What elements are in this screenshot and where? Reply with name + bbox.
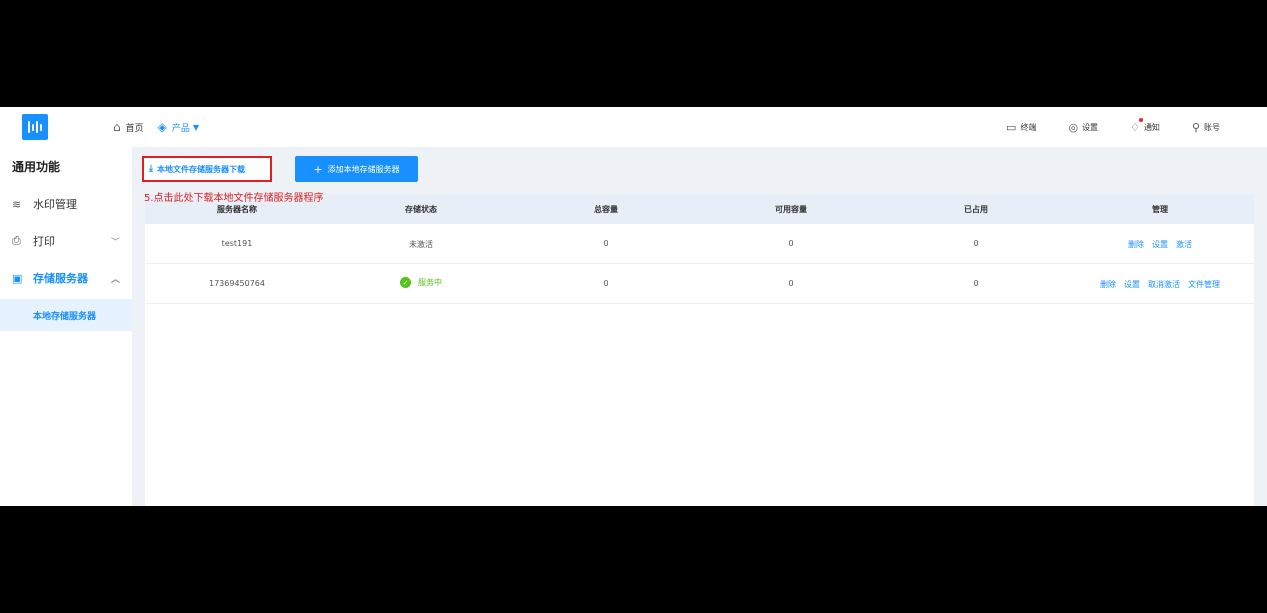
sidebar-title: 通用功能 — [12, 160, 61, 174]
top-header: ⌂ 首页 ◈ 产品 ▼ ▭ 终端 ◎ 设置 ♢ 通知 ⚲ 账号 — [0, 107, 1267, 147]
col-total: 总容量 — [594, 205, 618, 214]
header-actions: ▭ 终端 ◎ 设置 ♢ 通知 ⚲ 账号 — [1006, 107, 1267, 147]
status-label: 服务中 — [418, 278, 442, 287]
col-name: 服务器名称 — [217, 205, 257, 214]
terminal-icon: ▭ — [1006, 120, 1017, 134]
notifications-button[interactable]: ♢ 通知 — [1130, 117, 1160, 134]
settings-label: 设置 — [1082, 122, 1099, 132]
server-name: test191 — [221, 239, 253, 248]
account-label: 账号 — [1204, 122, 1220, 132]
download-label: 本地文件存储服务器下载 — [156, 164, 245, 174]
download-icon: ⤓ — [149, 164, 153, 174]
sidebar-item-watermark[interactable]: ≋ 水印管理 — [12, 194, 122, 214]
watermark-icon: ≋ — [12, 197, 22, 211]
check-circle-icon: ✓ — [400, 277, 411, 288]
printer-icon: ⎙ — [12, 234, 21, 247]
bell-icon: ♢ — [1130, 120, 1140, 134]
server-available: 0 — [788, 279, 794, 288]
notifications-label: 通知 — [1143, 122, 1160, 132]
main-content: ⤓ 本地文件存储服务器下载 + 添加本地存储服务器 服务器名称 存储状态 总容量… — [132, 147, 1267, 506]
server-total: 0 — [603, 279, 609, 288]
notification-dot — [1139, 117, 1144, 122]
server-table: 服务器名称 存储状态 总容量 可用容量 已占用 管理 test191 未激活 0… — [145, 194, 1254, 506]
download-server-button[interactable]: ⤓ 本地文件存储服务器下载 — [142, 156, 272, 182]
file-manage-link[interactable]: 文件管理 — [1188, 279, 1220, 290]
account-icon: ⚲ — [1191, 120, 1200, 134]
layers-icon: ◈ — [157, 120, 167, 134]
table-row: test191 未激活 0 0 0 删除 设置 激活 — [145, 224, 1254, 264]
server-name: 17369450764 — [209, 279, 265, 288]
terminal-button[interactable]: ▭ 终端 — [1006, 121, 1036, 134]
server-used: 0 — [973, 279, 979, 288]
chevron-up-icon: ︿ — [110, 274, 120, 285]
delete-link[interactable]: 删除 — [1128, 239, 1144, 250]
sidebar-item-label: 存储服务器 — [33, 272, 88, 285]
server-status: ✓ 服务中 — [400, 277, 442, 288]
top-nav: ⌂ 首页 ◈ 产品 ▼ — [113, 107, 213, 147]
server-used: 0 — [973, 239, 979, 248]
tutorial-annotation: 5.点击此处下载本地文件存储服务器程序 — [144, 193, 324, 204]
server-available: 0 — [788, 239, 794, 248]
brand-logo-icon[interactable] — [22, 114, 48, 140]
plus-icon: + — [313, 162, 323, 176]
col-used: 已占用 — [964, 205, 988, 214]
settings-button[interactable]: ◎ 设置 — [1068, 121, 1098, 134]
settings-link[interactable]: 设置 — [1152, 239, 1168, 250]
home-icon: ⌂ — [113, 120, 121, 134]
sidebar: 通用功能 ≋ 水印管理 ⎙ 打印 ﹀ ▣ 存储服务器 ︿ 本地存储服务器 — [0, 147, 132, 506]
server-total: 0 — [603, 239, 609, 248]
row-actions: 删除 设置 取消激活 文件管理 — [1096, 279, 1224, 290]
col-status: 存储状态 — [405, 205, 437, 214]
caret-down-icon: ▼ — [192, 122, 200, 132]
sidebar-item-print[interactable]: ⎙ 打印 ﹀ — [12, 231, 122, 251]
nav-products-label: 产品 — [171, 123, 190, 134]
delete-link[interactable]: 删除 — [1100, 279, 1116, 290]
deactivate-link[interactable]: 取消激活 — [1148, 279, 1180, 290]
row-actions: 删除 设置 激活 — [1124, 239, 1196, 250]
sidebar-item-label: 水印管理 — [33, 198, 77, 211]
account-button[interactable]: ⚲ 账号 — [1192, 121, 1220, 134]
save-icon: ▣ — [12, 271, 23, 285]
add-server-button[interactable]: + 添加本地存储服务器 — [295, 156, 418, 182]
nav-products[interactable]: ◈ 产品 ▼ — [158, 120, 199, 134]
settings-link[interactable]: 设置 — [1124, 279, 1140, 290]
activate-link[interactable]: 激活 — [1176, 239, 1192, 250]
sidebar-item-storage[interactable]: ▣ 存储服务器 ︿ — [12, 268, 122, 288]
nav-home[interactable]: ⌂ 首页 — [113, 120, 144, 134]
server-status: 未激活 — [409, 240, 433, 249]
chevron-down-icon: ﹀ — [110, 237, 120, 248]
col-available: 可用容量 — [775, 205, 807, 214]
add-label: 添加本地存储服务器 — [327, 164, 400, 174]
sidebar-item-label: 打印 — [33, 235, 55, 248]
terminal-label: 终端 — [1020, 122, 1037, 132]
sidebar-subitem-local-storage[interactable]: 本地存储服务器 — [0, 299, 132, 331]
table-row: 17369450764 ✓ 服务中 0 0 0 删除 设置 取消激活 文件管理 — [145, 264, 1254, 304]
nav-home-label: 首页 — [125, 123, 144, 134]
col-manage: 管理 — [1152, 205, 1168, 214]
settings-icon: ◎ — [1068, 120, 1079, 134]
app-window: ⌂ 首页 ◈ 产品 ▼ ▭ 终端 ◎ 设置 ♢ 通知 ⚲ 账号 通用功能 ≋ 水… — [0, 107, 1267, 506]
